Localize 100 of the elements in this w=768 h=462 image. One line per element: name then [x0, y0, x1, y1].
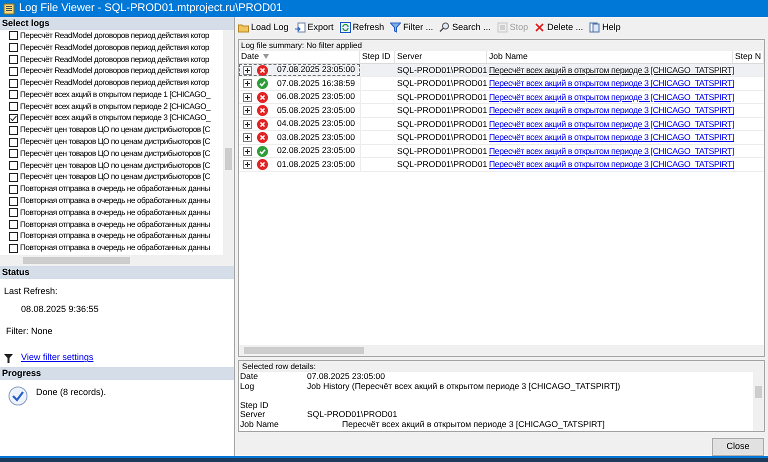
expand-icon[interactable] [243, 133, 252, 142]
checkbox[interactable] [9, 43, 18, 52]
expand-icon[interactable] [243, 92, 252, 102]
folder-button[interactable]: Load Log [238, 21, 289, 35]
job-name-link[interactable]: Пересчёт всех акций в открытом периоде 3 [CHICAGO_TATSPIRT] [489, 146, 734, 156]
vertical-scrollbar[interactable] [753, 372, 764, 431]
app-icon [3, 2, 15, 14]
checkbox[interactable] [9, 31, 18, 40]
column-header[interactable]: Server [395, 50, 487, 63]
checkbox[interactable] [9, 114, 18, 123]
panel-header: Status [0, 266, 234, 279]
date-cell-text: 07.08.2025 23:05:00 [277, 63, 355, 76]
expand-icon[interactable] [243, 106, 252, 116]
details-header: Selected row details: [239, 361, 764, 372]
filter-text: Filter: None [6, 325, 53, 338]
error-icon [257, 118, 268, 130]
log-name: Повторная отправка в очередь не обработанных данны [20, 206, 210, 219]
filter-button[interactable]: Filter ... [390, 21, 434, 35]
help-button[interactable]: Help [589, 21, 621, 35]
check-icon [8, 386, 28, 406]
error-icon [257, 159, 268, 170]
filter-icon [390, 22, 402, 34]
checkbox[interactable] [9, 196, 18, 206]
checkbox[interactable] [9, 90, 18, 100]
server-cell: SQL-PROD01\PROD01 [397, 64, 488, 75]
vertical-scrollbar[interactable] [223, 30, 234, 255]
horizontal-scrollbar[interactable] [239, 345, 764, 356]
expand-icon[interactable] [243, 66, 252, 75]
server-cell: SQL-PROD01\PROD01 [397, 159, 488, 170]
checkbox[interactable] [9, 78, 18, 88]
log-name: Повторная отправка в очередь не обработанных данны [20, 218, 210, 231]
delete-icon [534, 22, 546, 34]
success-icon [257, 146, 268, 157]
help-icon [589, 22, 600, 34]
log-row[interactable]: 06.08.2025 23:05:00 SQL-PROD01\PROD01 Пересчёт всех акций в открытом периоде 3 [CHICAGO_TATSPIRT] [239, 90, 764, 104]
server-cell: SQL-PROD01\PROD01 [397, 146, 488, 156]
checkbox[interactable] [9, 138, 18, 147]
export-button[interactable]: Export [294, 21, 334, 35]
date-cell-text: 05.08.2025 23:05:00 [277, 104, 355, 117]
checkbox[interactable] [9, 220, 18, 230]
error-icon [257, 64, 268, 76]
checkbox[interactable] [9, 54, 18, 64]
log-row[interactable]: 02.08.2025 23:05:00 SQL-PROD01\PROD01 Пересчёт всех акций в открытом периоде 3 [CHICAGO_TATSPIRT] [239, 144, 764, 158]
job-name-link[interactable]: Пересчёт всех акций в открытом периоде 3 [CHICAGO_TATSPIRT] [489, 64, 734, 75]
job-name-link[interactable]: Пересчёт всех акций в открытом периоде 3 [CHICAGO_TATSPIRT] [489, 118, 734, 129]
column-header[interactable]: Step ID [360, 50, 395, 63]
expand-icon[interactable] [243, 120, 252, 129]
log-name: Пересчёт ReadModel договоров период действия котор [20, 54, 210, 66]
export-icon [294, 22, 306, 34]
date-cell-text: 04.08.2025 23:05:00 [277, 117, 355, 130]
refresh-icon [340, 22, 351, 34]
filter-settings-link[interactable]: View filter settings [21, 351, 94, 365]
checkbox[interactable] [9, 66, 18, 76]
close-button[interactable]: Close [712, 438, 764, 456]
delete-button[interactable]: Delete ... [534, 21, 584, 35]
filter-icon [4, 354, 13, 362]
expand-icon[interactable] [243, 160, 252, 170]
log-row[interactable]: 03.08.2025 23:05:00 SQL-PROD01\PROD01 Пересчёт всех акций в открытом периоде 3 [CHICAGO_TATSPIRT] [239, 131, 764, 145]
detail-value: Job History (Пересчёт всех акций в открытом периоде 3 [CHICAGO_TATSPIRT]) [307, 382, 620, 392]
log-row[interactable]: 04.08.2025 23:05:00 SQL-PROD01\PROD01 Пересчёт всех акций в открытом периоде 3 [CHICAGO_TATSPIRT] [239, 118, 764, 132]
checkbox[interactable] [9, 244, 18, 253]
expand-icon[interactable] [243, 146, 252, 156]
job-name-link[interactable]: Пересчёт всех акций в открытом периоде 3 [CHICAGO_TATSPIRT] [489, 132, 734, 142]
checkbox[interactable] [9, 232, 18, 241]
detail-label: Log [239, 382, 256, 392]
log-row[interactable]: 07.08.2025 23:05:00 SQL-PROD01\PROD01 Пересчёт всех акций в открытом периоде 3 [CHICAGO_TATSPIRT] [239, 64, 764, 78]
server-cell: SQL-PROD01\PROD01 [397, 105, 488, 116]
log-row[interactable]: 05.08.2025 23:05:00 SQL-PROD01\PROD01 Пересчёт всех акций в открытом периоде 3 [CHICAGO_TATSPIRT] [239, 104, 764, 118]
detail-label: Server [239, 410, 266, 420]
refresh-button[interactable]: Refresh [340, 21, 384, 35]
stop-icon [496, 22, 508, 34]
window-title: Log File Viewer - SQL-PROD01.mtproject.ru\PROD01 [19, 1, 282, 16]
last-refresh-value: 08.08.2025 9:36:55 [21, 303, 99, 316]
job-name-link[interactable]: Пересчёт всех акций в открытом периоде 3 [CHICAGO_TATSPIRT] [489, 92, 734, 102]
job-name-link[interactable]: Пересчёт всех акций в открытом периоде 3 [CHICAGO_TATSPIRT] [489, 78, 734, 88]
log-row[interactable]: 07.08.2025 16:38:59 SQL-PROD01\PROD01 Пересчёт всех акций в открытом периоде 3 [CHICAGO_TATSPIRT] [239, 77, 764, 91]
expand-icon[interactable] [243, 79, 252, 88]
search-button[interactable]: Search ... [439, 21, 491, 35]
checkbox[interactable] [9, 149, 18, 158]
date-cell-text: 06.08.2025 23:05:00 [277, 90, 355, 104]
search-icon [439, 22, 450, 34]
job-name-link[interactable]: Пересчёт всех акций в открытом периоде 3 [CHICAGO_TATSPIRT] [489, 159, 734, 170]
column-header[interactable]: Date [239, 50, 360, 63]
log-row[interactable]: 01.08.2025 23:05:00 SQL-PROD01\PROD01 Пересчёт всех акций в открытом периоде 3 [CHICAGO_TATSPIRT] [239, 158, 764, 172]
log-name: Пересчёт цен товаров ЦО по ценам дистрибьюторов [C [20, 171, 210, 184]
checkbox[interactable] [9, 172, 18, 182]
checkbox[interactable] [9, 161, 18, 170]
column-header[interactable]: Step N [733, 50, 764, 63]
checkbox[interactable] [9, 208, 18, 218]
horizontal-scrollbar[interactable] [0, 255, 234, 266]
panel-header: Progress [0, 367, 234, 380]
log-name: Пересчёт цен товаров ЦО по ценам дистрибьюторов [C [20, 136, 210, 148]
column-header[interactable]: Job Name [487, 50, 733, 63]
checkbox[interactable] [9, 102, 18, 112]
job-name-link[interactable]: Пересчёт всех акций в открытом периоде 3 [CHICAGO_TATSPIRT] [489, 105, 734, 116]
checkbox[interactable] [9, 126, 18, 135]
server-cell: SQL-PROD01\PROD01 [397, 78, 488, 88]
log-name: Пересчёт цен товаров ЦО по ценам дистрибьюторов [C [20, 124, 210, 136]
checkbox[interactable] [9, 184, 18, 194]
log-name: Пересчёт всех акций в открытом периоде 2 [CHICAGO_ [20, 100, 210, 113]
